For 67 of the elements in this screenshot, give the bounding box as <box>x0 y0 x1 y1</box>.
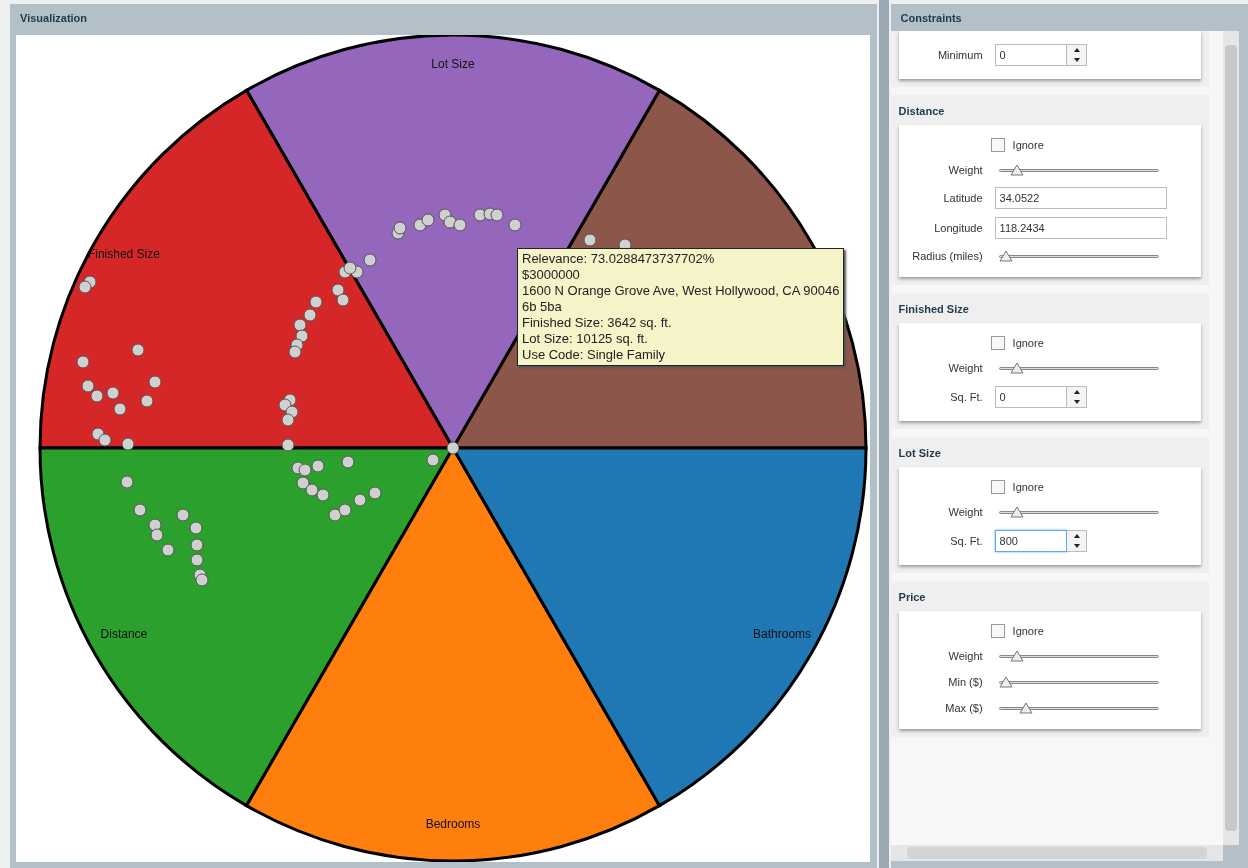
slider-thumb[interactable] <box>1010 650 1025 662</box>
tooltip-line: 6b 5ba <box>522 299 563 315</box>
field-label: Longitude <box>933 220 983 236</box>
data-point[interactable] <box>446 441 460 455</box>
slider[interactable] <box>998 650 1159 662</box>
tooltip-line: Finished Size: 3642 sq. ft. <box>522 315 673 331</box>
checkbox[interactable] <box>990 336 1005 350</box>
slider[interactable] <box>998 506 1159 518</box>
data-point[interactable] <box>281 438 295 452</box>
tooltip-line: Lot Size: 10125 sq. ft. <box>522 331 649 347</box>
slider-thumb[interactable] <box>1010 164 1025 176</box>
checkbox-label: Ignore <box>1012 137 1044 153</box>
slider[interactable] <box>998 676 1159 688</box>
tooltip-line: 1600 N Orange Grove Ave, West Hollywood, CA 90046 <box>522 283 840 299</box>
field-label: Sq. Ft. <box>949 533 983 549</box>
tooltip-line: Relevance: 73.0288473737702% <box>522 251 716 267</box>
checkbox-label: Ignore <box>1012 623 1044 639</box>
slider[interactable] <box>998 362 1159 374</box>
slice-label: Finished Size <box>87 247 160 261</box>
checkbox-label: Ignore <box>1012 479 1044 495</box>
slider[interactable] <box>998 164 1159 176</box>
text-field[interactable]: 118.2434 <box>994 217 1167 239</box>
slice-label: Lot Size <box>431 57 475 72</box>
section-title: Lot Size <box>898 446 942 461</box>
slider-thumb[interactable] <box>1010 506 1025 518</box>
data-point[interactable] <box>121 437 135 451</box>
spinner-buttons[interactable] <box>1066 386 1087 408</box>
section-title: Finished Size <box>898 302 970 317</box>
tooltip-line: Use Code: Single Family <box>522 347 667 363</box>
checkbox[interactable] <box>990 480 1005 494</box>
field-label: Radius (miles) <box>911 248 983 264</box>
number-field[interactable]: 0 <box>994 44 1067 66</box>
spinner-buttons[interactable] <box>1066 44 1087 66</box>
checkbox-label: Ignore <box>1012 335 1044 351</box>
slider[interactable] <box>998 250 1159 262</box>
checkbox[interactable] <box>990 138 1005 152</box>
slice-label: Bedrooms <box>425 816 481 831</box>
slice-label: Bathrooms <box>753 627 812 641</box>
field-label: Minimum <box>936 47 983 63</box>
slider-thumb[interactable] <box>998 250 1013 262</box>
data-point[interactable] <box>98 433 112 447</box>
section-title: Distance <box>898 104 946 119</box>
field-label: Weight <box>947 162 983 178</box>
slider-thumb[interactable] <box>998 676 1013 688</box>
data-point[interactable] <box>343 261 357 275</box>
field-label: Weight <box>947 360 983 376</box>
checkbox[interactable] <box>990 624 1005 638</box>
field-label: Max ($) <box>944 700 983 716</box>
number-field[interactable]: 0 <box>994 386 1067 408</box>
number-field[interactable]: 800 <box>994 530 1067 552</box>
horizontal-scrollbar[interactable] <box>890 845 1223 861</box>
tooltip-line: $3000000 <box>522 267 581 283</box>
field-label: Sq. Ft. <box>949 389 983 405</box>
slice-label: Distance <box>100 627 148 641</box>
section-title: Price <box>898 590 927 605</box>
field-label: Min ($) <box>947 674 983 690</box>
field-label: Weight <box>947 504 983 520</box>
field-label: Latitude <box>942 190 983 206</box>
panel-splitter[interactable] <box>878 0 889 868</box>
panel-title: Visualization <box>19 11 89 26</box>
slider-thumb[interactable] <box>1019 702 1033 714</box>
text-field[interactable]: 34.0522 <box>994 187 1167 209</box>
slider-thumb[interactable] <box>1010 362 1025 374</box>
panel-title: Constraints <box>899 11 963 26</box>
slider[interactable] <box>998 702 1159 714</box>
field-label: Weight <box>947 648 983 664</box>
spinner-buttons[interactable] <box>1066 530 1087 552</box>
